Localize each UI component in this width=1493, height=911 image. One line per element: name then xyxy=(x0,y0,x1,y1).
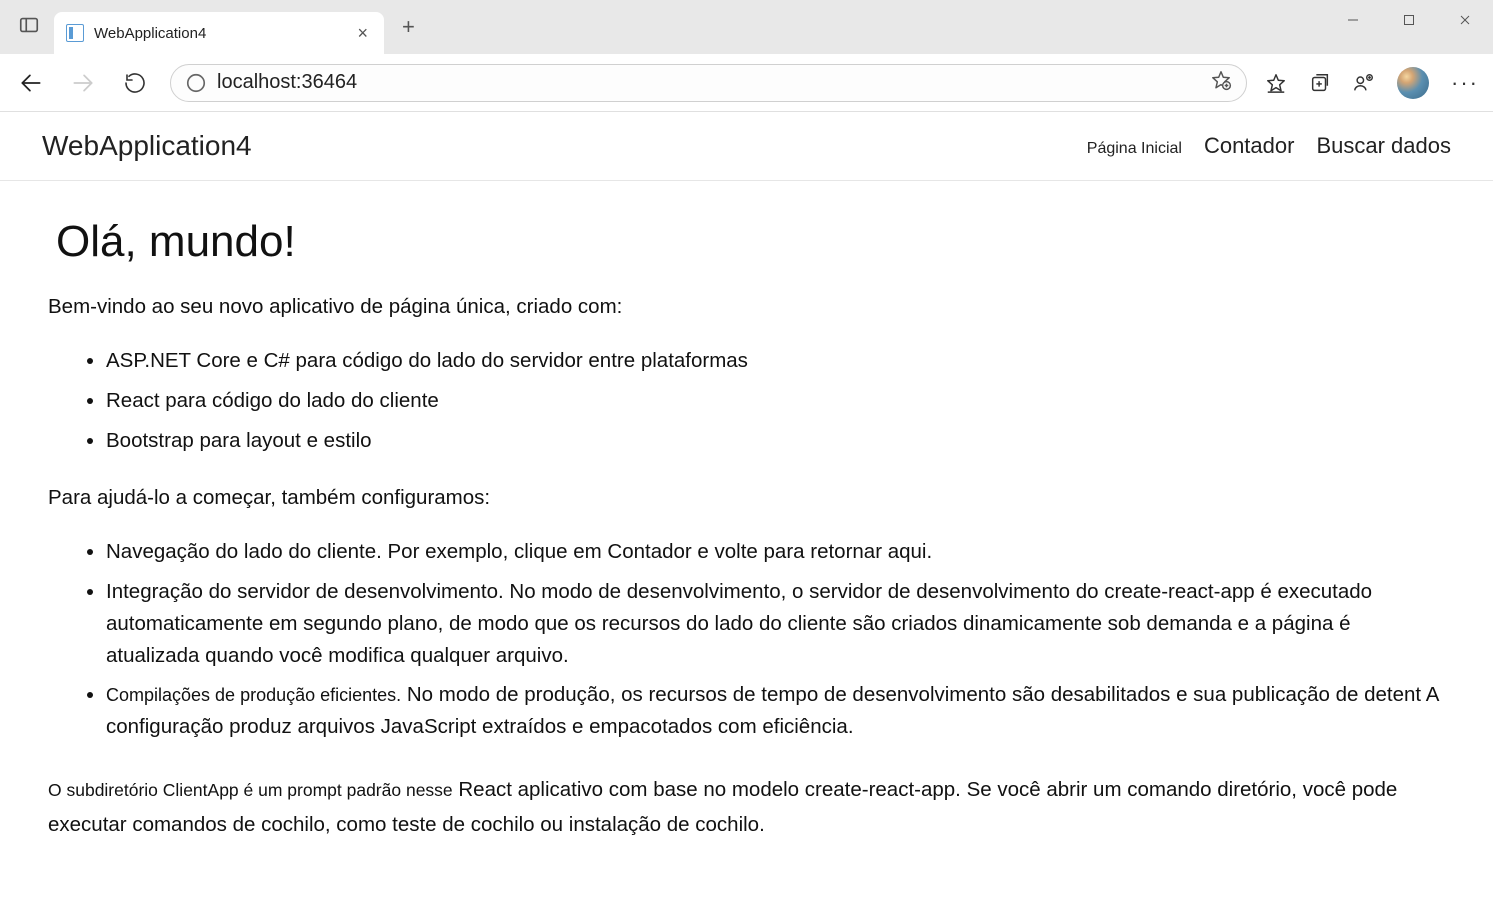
new-tab-button[interactable]: + xyxy=(402,14,415,40)
window-controls xyxy=(1325,0,1493,40)
footer-paragraph: O subdiretório ClientApp é um prompt pad… xyxy=(48,773,1445,843)
address-bar[interactable]: localhost:36464 xyxy=(170,64,1247,102)
browser-tab-strip: WebApplication4 × + xyxy=(0,0,1493,54)
window-close-button[interactable] xyxy=(1437,0,1493,40)
tab-close-button[interactable]: × xyxy=(353,19,372,48)
help-intro-text: Para ajudá-lo a começar, também configur… xyxy=(48,486,1445,510)
site-info-icon[interactable] xyxy=(185,72,207,94)
list-item: Integração do servidor de desenvolviment… xyxy=(106,572,1445,675)
brand-title[interactable]: WebApplication4 xyxy=(42,130,252,162)
list-item: Bootstrap para layout e estilo xyxy=(106,421,1445,461)
back-button[interactable] xyxy=(14,66,48,100)
browser-tab[interactable]: WebApplication4 × xyxy=(54,12,384,54)
favorites-button[interactable] xyxy=(1265,72,1287,94)
list-item: React para código do lado do cliente xyxy=(106,381,1445,421)
page-content: Olá, mundo! Bem-vindo ao seu novo aplica… xyxy=(0,181,1493,885)
app-navbar: WebApplication4 Página Inicial Contador … xyxy=(0,112,1493,181)
minimize-button[interactable] xyxy=(1325,0,1381,40)
list-item: Navegação do lado do cliente. Por exempl… xyxy=(106,532,1445,572)
account-sync-icon[interactable] xyxy=(1353,72,1375,94)
profile-avatar[interactable] xyxy=(1397,67,1429,99)
nav-link-home[interactable]: Página Inicial xyxy=(1087,140,1182,158)
tab-favicon-icon xyxy=(66,24,84,42)
maximize-button[interactable] xyxy=(1381,0,1437,40)
nav-link-counter[interactable]: Contador xyxy=(1204,133,1295,159)
features-list: Navegação do lado do cliente. Por exempl… xyxy=(48,532,1445,747)
address-text: localhost:36464 xyxy=(217,71,357,94)
refresh-button[interactable] xyxy=(118,66,152,100)
browser-toolbar: localhost:36464 ··· xyxy=(0,54,1493,112)
footer-prefix: O subdiretório ClientApp é um prompt pad… xyxy=(48,780,453,800)
page-viewport: WebApplication4 Página Inicial Contador … xyxy=(0,112,1493,885)
tab-actions-button[interactable] xyxy=(18,14,40,41)
list-item: ASP.NET Core e C# para código do lado do… xyxy=(106,341,1445,381)
more-menu-button[interactable]: ··· xyxy=(1451,70,1479,96)
add-favorite-button[interactable] xyxy=(1210,69,1232,97)
list-item: Compilações de produção eficientes. No m… xyxy=(106,675,1445,747)
toolbar-right: ··· xyxy=(1265,67,1479,99)
page-heading: Olá, mundo! xyxy=(56,217,1445,267)
collections-button[interactable] xyxy=(1309,72,1331,94)
nav-links: Página Inicial Contador Buscar dados xyxy=(1087,133,1451,159)
forward-button[interactable] xyxy=(66,66,100,100)
tech-list: ASP.NET Core e C# para código do lado do… xyxy=(48,341,1445,460)
nav-link-fetch-data[interactable]: Buscar dados xyxy=(1316,133,1451,159)
welcome-text: Bem-vindo ao seu novo aplicativo de pági… xyxy=(48,295,1445,319)
feature-prefix: Compilações de produção eficientes. xyxy=(106,685,401,705)
tab-title: WebApplication4 xyxy=(94,25,343,42)
